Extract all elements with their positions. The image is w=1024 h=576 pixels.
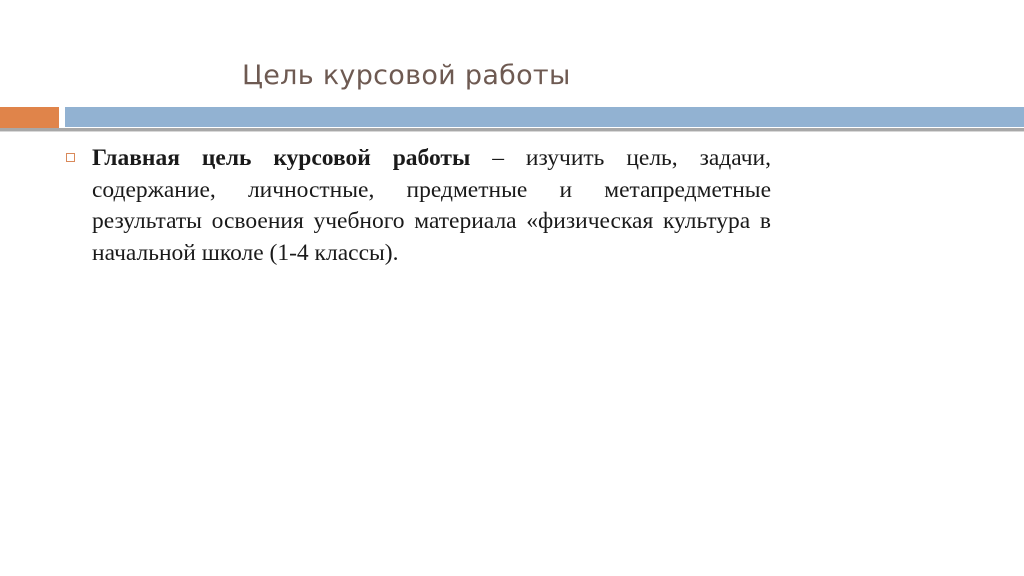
divider-line-light (0, 131, 1024, 132)
accent-bar-orange (0, 107, 59, 128)
square-bullet-icon (66, 153, 75, 162)
slide-title: Цель курсовой работы (242, 60, 571, 91)
bullet-bold-text: Главная цель курсовой работы (92, 145, 471, 171)
accent-bar-blue (65, 107, 1024, 127)
bullet-text: Главная цель курсовой работы – изучить ц… (92, 143, 771, 269)
